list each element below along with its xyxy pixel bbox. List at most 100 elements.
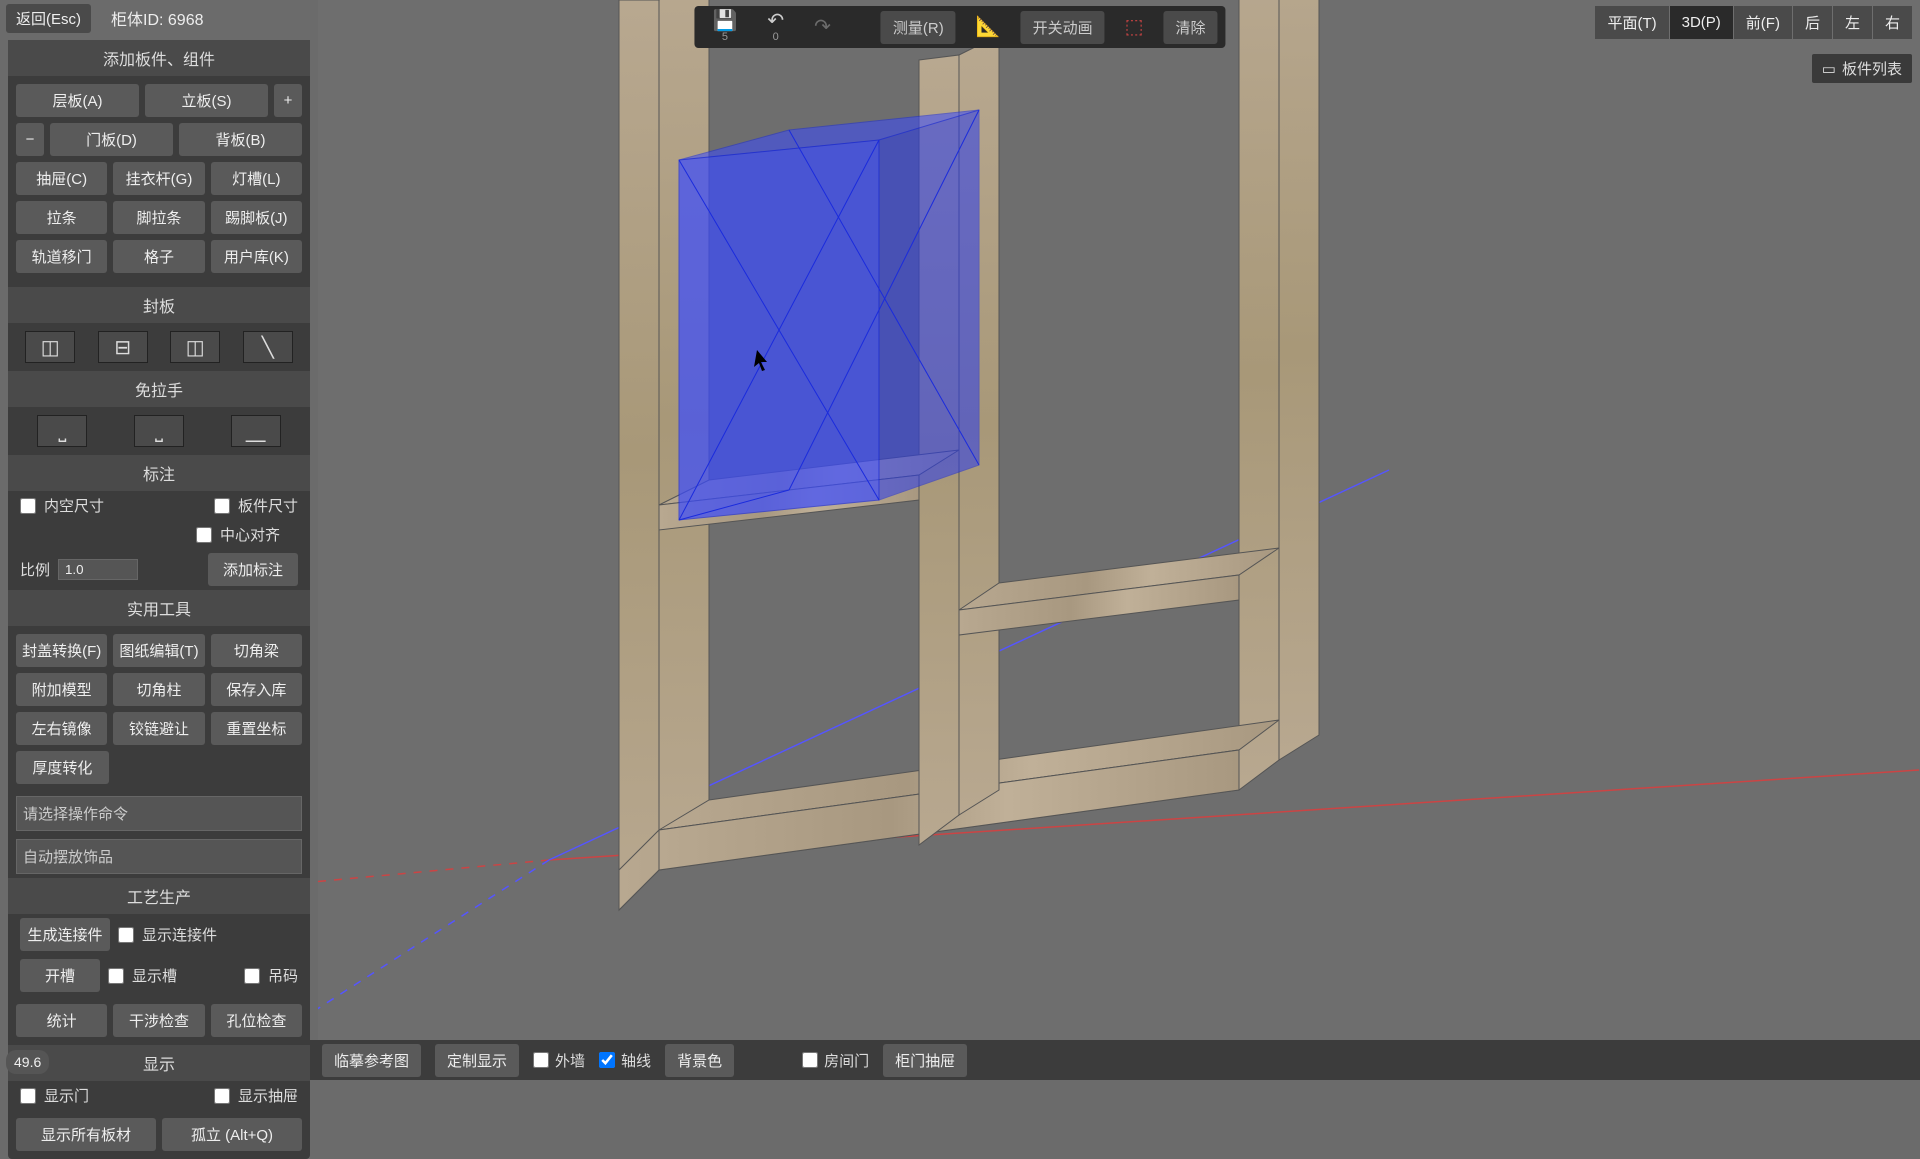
bgcolor-button[interactable]: 背景色 xyxy=(665,1044,734,1077)
seal-diag-icon[interactable]: ╲ xyxy=(243,331,293,363)
inner-dim-label: 内空尺寸 xyxy=(44,495,104,516)
hole-button[interactable]: 孔位检查 xyxy=(211,1004,302,1037)
command-select[interactable]: 请选择操作命令 xyxy=(16,796,302,831)
handle3-icon[interactable]: ⎽ xyxy=(231,415,281,447)
code-check[interactable] xyxy=(244,968,260,984)
cover-button[interactable]: 封盖转换(F) xyxy=(16,634,107,667)
select-icon[interactable]: ⬚ xyxy=(1115,13,1154,41)
mirror-button[interactable]: 左右镜像 xyxy=(16,712,107,745)
seal-top-icon[interactable]: ⊟ xyxy=(98,331,148,363)
save-icon: 💾 xyxy=(712,11,737,31)
bottom-bar: 临摹参考图 定制显示 外墙 轴线 背景色 房间门 柜门抽屉 xyxy=(310,1040,1920,1080)
redo-button[interactable]: ↷ xyxy=(804,13,841,41)
drawing-button[interactable]: 图纸编辑(T) xyxy=(113,634,204,667)
seal-title: 封板 xyxy=(8,287,310,323)
panel-dim-label: 板件尺寸 xyxy=(238,495,298,516)
grid-button[interactable]: 格子 xyxy=(113,240,204,273)
savelibrary-button[interactable]: 保存入库 xyxy=(211,673,302,706)
strip-button[interactable]: 拉条 xyxy=(16,201,107,234)
angle-icon[interactable]: 📐 xyxy=(966,13,1011,41)
plus-button[interactable]: + xyxy=(274,84,302,117)
tools-title: 实用工具 xyxy=(8,590,310,626)
annot-title: 标注 xyxy=(8,455,310,491)
custom-display-button[interactable]: 定制显示 xyxy=(435,1044,519,1077)
cabinet-id-label: 柜体ID: 6968 xyxy=(111,6,204,30)
seal-right-icon[interactable]: ◫ xyxy=(170,331,220,363)
show-drawer-check[interactable] xyxy=(214,1088,230,1104)
measure-button[interactable]: 测量(R) xyxy=(881,11,956,44)
zoom-badge: 49.6 xyxy=(6,1050,49,1074)
clear-button[interactable]: 清除 xyxy=(1164,11,1218,44)
view-left[interactable]: 左 xyxy=(1833,6,1872,39)
thick-button[interactable]: 厚度转化 xyxy=(16,751,109,784)
cutbeam-button[interactable]: 切角梁 xyxy=(211,634,302,667)
display-title: 显示 xyxy=(8,1045,310,1081)
drawer-button[interactable]: 抽屉(C) xyxy=(16,162,107,195)
roomdoor-label: 房间门 xyxy=(824,1050,869,1071)
panel-dim-check[interactable] xyxy=(214,498,230,514)
hinge-button[interactable]: 铰链避让 xyxy=(113,712,204,745)
viewport-3d[interactable] xyxy=(318,0,1920,1040)
show-slot-check[interactable] xyxy=(108,968,124,984)
rod-button[interactable]: 挂衣杆(G) xyxy=(113,162,204,195)
axis-label: 轴线 xyxy=(621,1050,651,1071)
undo-button[interactable]: ↶0 xyxy=(757,7,794,47)
show-door-label: 显示门 xyxy=(44,1085,89,1106)
userlib-button[interactable]: 用户库(K) xyxy=(211,240,302,273)
show-conn-check[interactable] xyxy=(118,927,134,943)
stat-button[interactable]: 统计 xyxy=(16,1004,107,1037)
show-slot-label: 显示槽 xyxy=(132,965,177,986)
view-buttons: 平面(T) 3D(P) 前(F) 后 左 右 xyxy=(1595,6,1912,39)
attach-button[interactable]: 附加模型 xyxy=(16,673,107,706)
center-toolbar: 💾5 ↶0 ↷ 测量(R) 📐 开关动画 ⬚ 清除 xyxy=(694,6,1225,48)
view-plan[interactable]: 平面(T) xyxy=(1595,6,1668,39)
show-conn-label: 显示连接件 xyxy=(142,924,217,945)
axis-check[interactable] xyxy=(599,1052,615,1068)
craft-title: 工艺生产 xyxy=(8,878,310,914)
slide-button[interactable]: 轨道移门 xyxy=(16,240,107,273)
door-button[interactable]: 门板(D) xyxy=(50,123,173,156)
view-front[interactable]: 前(F) xyxy=(1734,6,1792,39)
panel-list-label: 板件列表 xyxy=(1842,58,1902,79)
add-annot-button[interactable]: 添加标注 xyxy=(208,553,298,586)
interf-button[interactable]: 干涉检查 xyxy=(113,1004,204,1037)
minus-button[interactable]: − xyxy=(16,123,44,156)
center-align-label: 中心对齐 xyxy=(220,524,280,545)
view-right[interactable]: 右 xyxy=(1873,6,1912,39)
scale-label: 比例 xyxy=(20,559,50,580)
kickstrip-button[interactable]: 脚拉条 xyxy=(113,201,204,234)
cutcol-button[interactable]: 切角柱 xyxy=(113,673,204,706)
save-button[interactable]: 💾5 xyxy=(702,7,747,47)
backpanel-button[interactable]: 背板(B) xyxy=(179,123,302,156)
isolate-button[interactable]: 孤立 (Alt+Q) xyxy=(162,1118,302,1151)
view-back[interactable]: 后 xyxy=(1793,6,1832,39)
shelf-button[interactable]: 层板(A) xyxy=(16,84,139,117)
wall-check[interactable] xyxy=(533,1052,549,1068)
center-align-check[interactable] xyxy=(196,527,212,543)
list-icon: ▭ xyxy=(1822,60,1836,78)
slot-button[interactable]: 开槽 xyxy=(20,959,100,992)
handle1-icon[interactable]: ⎵ xyxy=(37,415,87,447)
panel-list-toggle[interactable]: ▭ 板件列表 xyxy=(1812,54,1912,83)
gen-conn-button[interactable]: 生成连接件 xyxy=(20,918,110,951)
show-all-button[interactable]: 显示所有板材 xyxy=(16,1118,156,1151)
kick-button[interactable]: 踢脚板(J) xyxy=(211,201,302,234)
scale-input[interactable] xyxy=(58,559,138,580)
view-3d[interactable]: 3D(P) xyxy=(1670,6,1733,39)
reset-button[interactable]: 重置坐标 xyxy=(211,712,302,745)
animation-toggle[interactable]: 开关动画 xyxy=(1021,11,1105,44)
inner-dim-check[interactable] xyxy=(20,498,36,514)
cabdoor-button[interactable]: 柜门抽屉 xyxy=(883,1044,967,1077)
code-label: 吊码 xyxy=(268,965,298,986)
decor-select[interactable]: 自动摆放饰品 xyxy=(16,839,302,874)
roomdoor-check[interactable] xyxy=(802,1052,818,1068)
redo-icon: ↷ xyxy=(814,17,831,37)
vertical-button[interactable]: 立板(S) xyxy=(145,84,268,117)
seal-left-icon[interactable]: ◫ xyxy=(25,331,75,363)
wall-label: 外墙 xyxy=(555,1050,585,1071)
show-door-check[interactable] xyxy=(20,1088,36,1104)
ref-button[interactable]: 临摹参考图 xyxy=(322,1044,421,1077)
light-button[interactable]: 灯槽(L) xyxy=(211,162,302,195)
back-button[interactable]: 返回(Esc) xyxy=(6,4,91,33)
handle2-icon[interactable]: ⎵ xyxy=(134,415,184,447)
